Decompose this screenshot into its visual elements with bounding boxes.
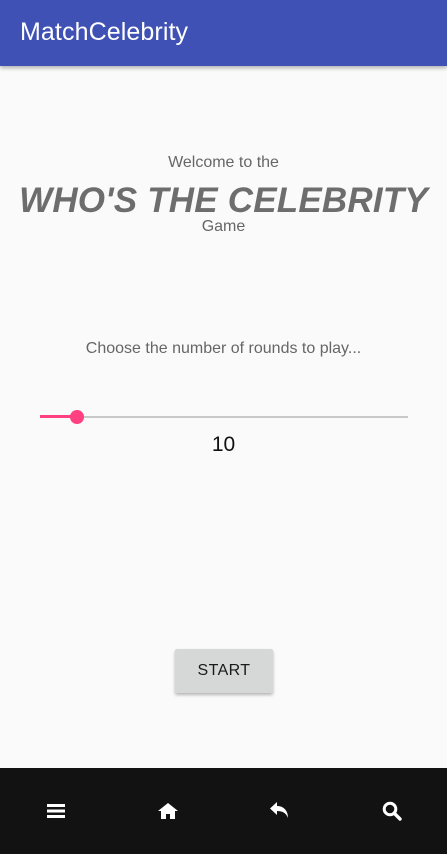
rounds-prompt: Choose the number of rounds to play...: [85, 340, 362, 357]
game-title: WHO'S THE CELEBRITY: [19, 181, 428, 220]
rounds-slider[interactable]: [40, 405, 408, 429]
app-title: MatchCelebrity: [20, 18, 189, 46]
menu-icon: [47, 803, 65, 819]
home-icon: [158, 803, 178, 819]
rounds-value: 10: [211, 433, 236, 456]
game-subtitle: Game: [201, 218, 246, 235]
search-icon: [382, 801, 402, 821]
slider-thumb[interactable]: [70, 410, 84, 424]
nav-search-button[interactable]: [336, 768, 447, 854]
welcome-text: Welcome to the: [168, 154, 279, 171]
start-button[interactable]: START: [175, 649, 273, 693]
app-screen: MatchCelebrity Welcome to the WHO'S THE …: [0, 0, 447, 854]
slider-track: [40, 416, 408, 418]
bottom-nav-bar: [0, 768, 447, 854]
app-bar: MatchCelebrity: [0, 0, 447, 66]
nav-back-button[interactable]: [224, 768, 336, 854]
nav-home-button[interactable]: [112, 768, 224, 854]
nav-menu-button[interactable]: [0, 768, 112, 854]
back-icon: [269, 801, 291, 821]
